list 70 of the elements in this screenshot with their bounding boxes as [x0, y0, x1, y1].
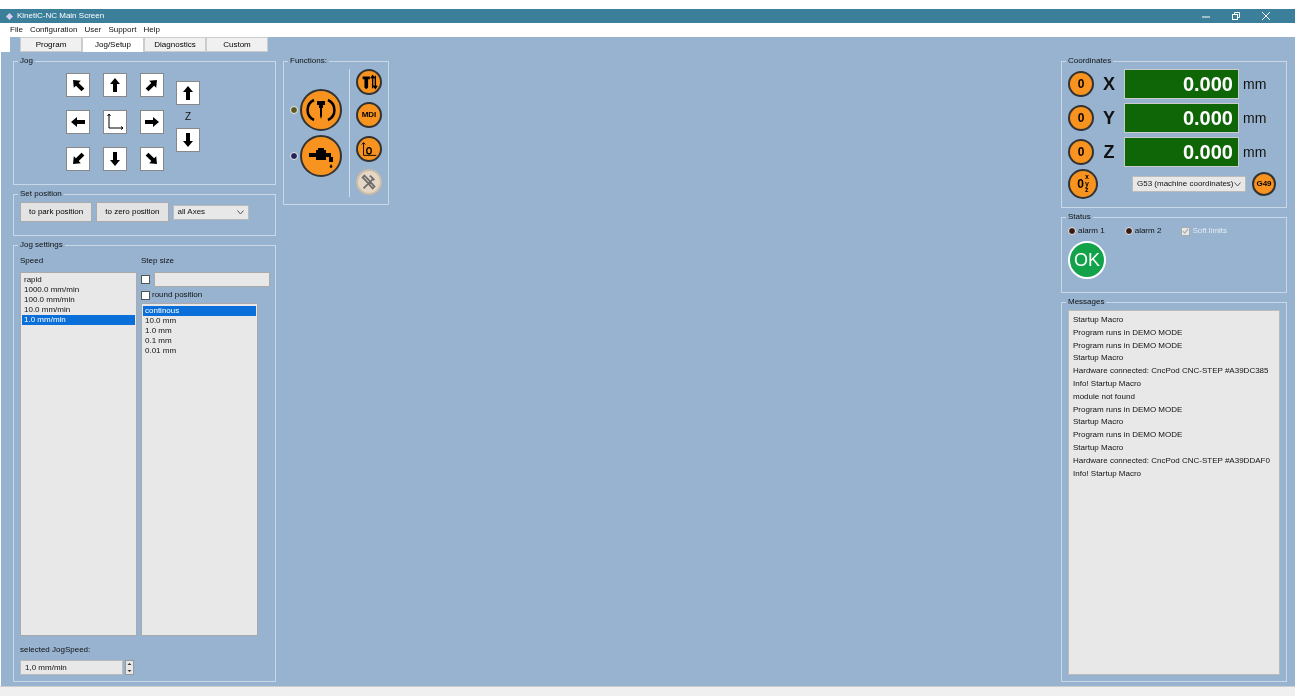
log-entry: Program runs in DEMO MODE — [1073, 403, 1184, 416]
list-item[interactable]: 10.0 mm — [143, 316, 256, 326]
tab[interactable]: Program — [20, 37, 82, 52]
field-label: selected JogSpeed: — [20, 644, 92, 656]
unit-label: mm — [1243, 108, 1267, 128]
menu-item[interactable]: Configuration — [29, 24, 78, 36]
list-item[interactable]: 100.0 mm/min — [22, 295, 135, 305]
position-button[interactable]: to park position — [20, 202, 93, 222]
list-item[interactable]: 0.1 mm — [143, 336, 256, 346]
group-title: Jog — [19, 57, 34, 65]
log-entry: Startup Macro — [1073, 416, 1125, 429]
speed-label: Speed — [20, 255, 45, 267]
group-title: Coordinates — [1067, 57, 1113, 65]
checkbox-label: Soft limits — [1192, 225, 1228, 237]
group-title: Messages — [1067, 298, 1106, 306]
list-item[interactable]: 1.0 mm/min — [22, 315, 135, 325]
list-item[interactable]: 1.0 mm — [143, 326, 256, 336]
log-entry: Info! Startup Macro — [1073, 467, 1143, 480]
coordinate-display: 0.000 — [1124, 103, 1239, 133]
position-button[interactable]: to zero position — [96, 202, 169, 222]
list-item[interactable]: 1000.0 mm/min — [22, 285, 135, 295]
list-item[interactable]: 10.0 mm/min — [22, 305, 135, 315]
log-entry: Startup Macro — [1073, 314, 1125, 326]
log-entry: Hardware connected: CncPod CNC-STEP #A39DC385 — [1073, 365, 1270, 378]
window-title: KinetiC-NC Main Screen — [17, 10, 105, 22]
menu-item[interactable]: Support — [108, 24, 137, 36]
zero-button[interactable]: 0 — [1068, 71, 1094, 97]
list-item[interactable]: continous — [143, 306, 256, 316]
axis-label: X — [1102, 72, 1116, 96]
unit-label: mm — [1243, 74, 1267, 94]
ok-indicator: OK — [1068, 241, 1106, 279]
step-size-label: Step size — [141, 255, 175, 267]
list-item[interactable]: rapid — [22, 275, 135, 285]
jog-speed-field[interactable]: 1,0 mm/min — [20, 660, 123, 675]
axes-dropdown[interactable]: all Axes — [172, 204, 249, 220]
log-entry: Startup Macro — [1073, 441, 1125, 454]
step-list[interactable]: continous 10.0 mm 1.0 mm 0.1 mm 0.01 mm — [141, 303, 258, 636]
axis-label: Z — [184, 110, 192, 124]
tab[interactable]: Custom — [206, 37, 268, 52]
menu-item[interactable]: File — [10, 24, 23, 36]
group-title: Status — [1067, 213, 1092, 221]
alarm-label: alarm 2 — [1134, 225, 1162, 237]
alarm-label: alarm 1 — [1078, 225, 1105, 237]
speed-list[interactable]: rapid 1000.0 mm/min 100.0 mm/min 10.0 mm/min 1.0 mm/min — [20, 272, 137, 636]
list-item[interactable]: 0.01 mm — [143, 346, 256, 356]
checkbox-label: round position — [152, 289, 203, 301]
group-title: Jog settings — [19, 241, 64, 249]
log-entry: Program runs in DEMO MODE — [1073, 339, 1184, 352]
tab[interactable]: Jog/Setup — [82, 37, 144, 52]
coordinate-system-dropdown[interactable]: G53 (machine coordinates) — [1132, 176, 1246, 192]
axis-label: Z — [1102, 140, 1116, 164]
mdi-button[interactable]: MDI — [356, 102, 382, 129]
group-title: Set position — [19, 190, 63, 198]
log-entry: Startup Macro — [1073, 352, 1125, 365]
log-entry: Hardware connected: CncPod CNC-STEP #A39DDAF0 — [1073, 454, 1271, 467]
coordinate-display: 0.000 — [1124, 69, 1239, 99]
axis-label: Y — [1102, 106, 1116, 130]
tab[interactable]: Diagnostics — [144, 37, 206, 52]
log-entry: Info! Startup Macro — [1073, 378, 1143, 390]
coordinate-display: 0.000 — [1124, 137, 1239, 167]
log-entry: Program runs in DEMO MODE — [1073, 429, 1184, 442]
log-entry: module not found — [1073, 390, 1136, 403]
menu-item[interactable]: User — [84, 24, 102, 36]
zero-button[interactable]: 0 — [1068, 105, 1094, 131]
group-title: Functions: — [289, 57, 328, 65]
log-entry: Program runs in DEMO MODE — [1073, 326, 1184, 339]
zero-button[interactable]: 0 — [1068, 139, 1094, 165]
menu-item[interactable]: Help — [143, 24, 160, 36]
unit-label: mm — [1243, 142, 1267, 162]
g49-button[interactable]: G49 — [1252, 172, 1276, 196]
